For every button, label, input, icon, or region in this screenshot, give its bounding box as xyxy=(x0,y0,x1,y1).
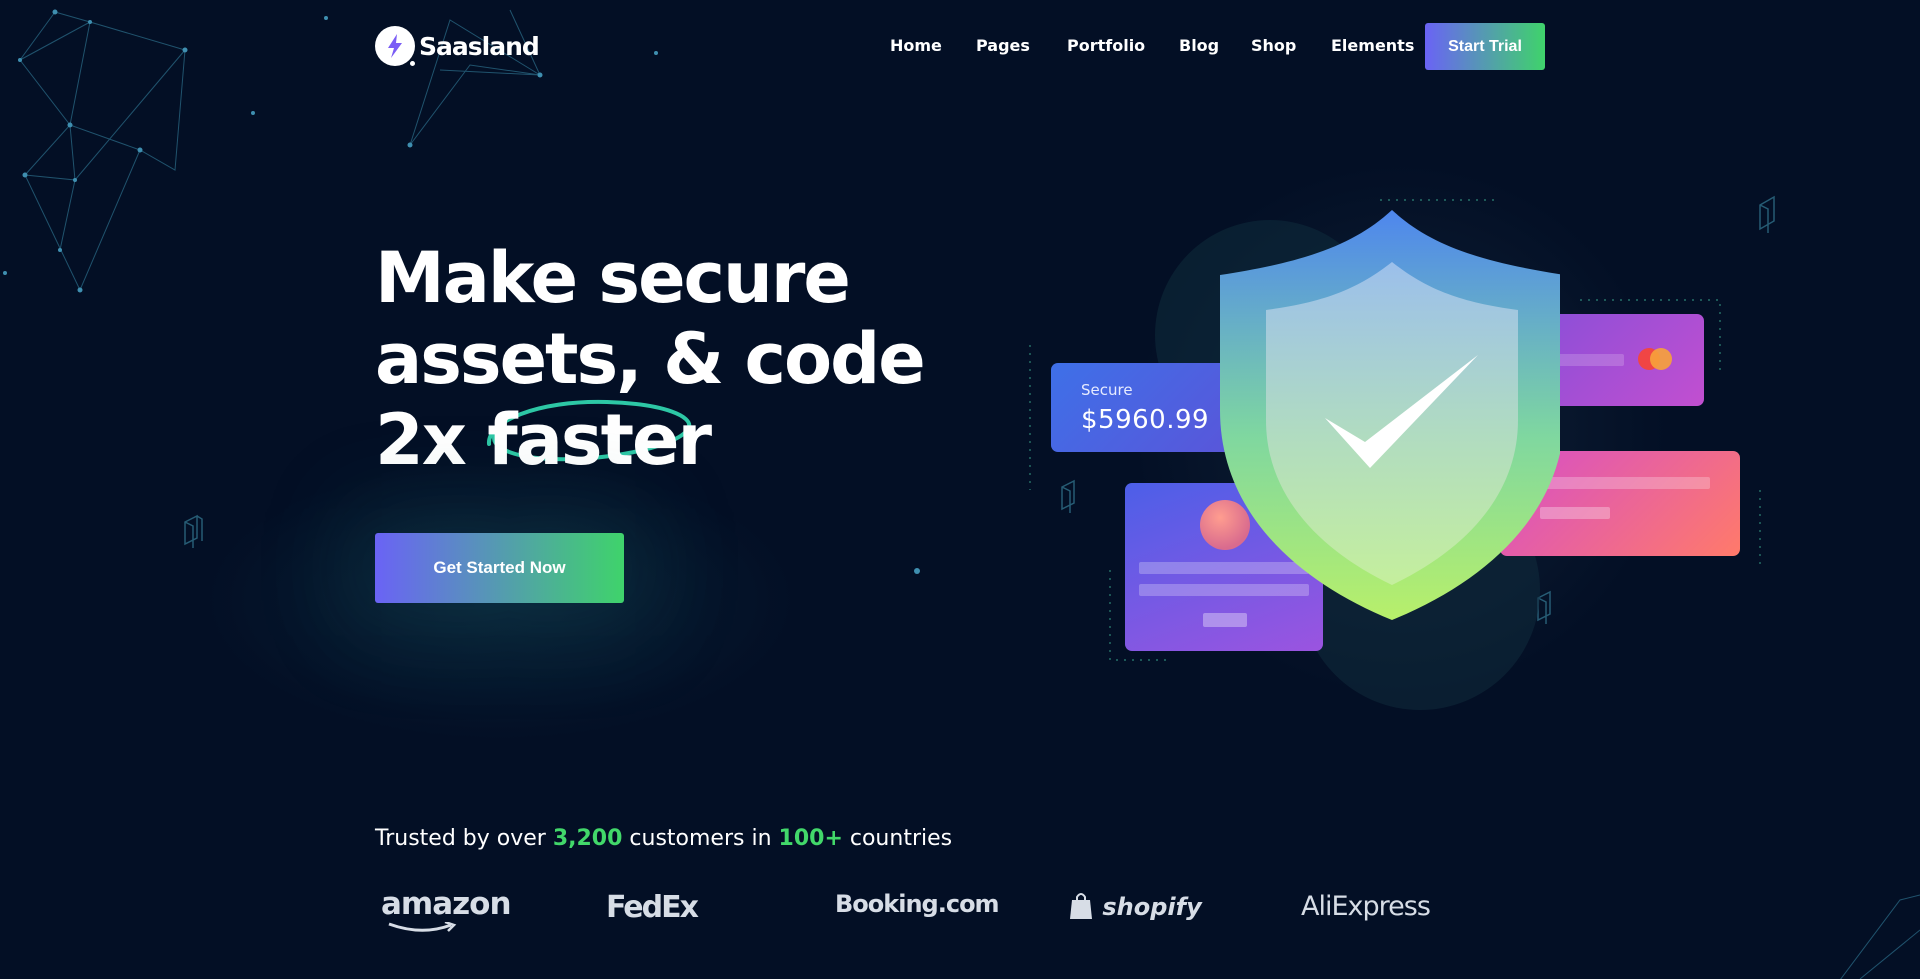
logo[interactable]: Saasland xyxy=(375,26,540,68)
nav-blog[interactable]: Blog xyxy=(1179,36,1219,55)
country-count: 100+ xyxy=(778,826,843,851)
logo-text: Saasland xyxy=(419,31,540,61)
shopping-bag-icon xyxy=(1070,893,1092,919)
mastercard-orange-icon xyxy=(1650,348,1672,370)
trust-middle: customers in xyxy=(629,826,772,851)
hero-line-3: 2x faster xyxy=(375,400,935,481)
secure-balance-card: Secure $5960.99 xyxy=(1051,363,1241,452)
shield-check-icon xyxy=(1220,210,1560,620)
site-header: Saasland Home Pages Portfolio Blog Shop … xyxy=(375,22,1545,72)
lightning-logo-icon xyxy=(375,26,417,68)
booking-logo: Booking.com xyxy=(835,890,1000,918)
hero-accent-text: faster xyxy=(487,399,712,481)
secure-amount: $5960.99 xyxy=(1081,405,1210,435)
security-illustration: Secure $5960.99 xyxy=(1020,190,1780,730)
get-started-button[interactable]: Get Started Now xyxy=(375,533,624,603)
aliexpress-logo: AliExpress xyxy=(1301,891,1431,922)
main-nav: Home Pages Portfolio Blog Shop Elements xyxy=(890,36,1414,55)
hero-line-2: assets, & code xyxy=(375,318,926,400)
trust-suffix: countries xyxy=(849,826,953,851)
nav-elements[interactable]: Elements xyxy=(1331,36,1414,55)
amazon-smile-icon xyxy=(388,922,457,932)
brand-logos: amazon FedEx Booking.com shopify AliExpr… xyxy=(375,880,1435,940)
customer-count: 3,200 xyxy=(552,826,623,851)
nav-home[interactable]: Home xyxy=(890,36,942,55)
amazon-logo: amazon xyxy=(381,886,512,932)
trust-statement: Trusted by over 3,200 customers in 100+ … xyxy=(375,826,952,851)
secure-label: Secure xyxy=(1081,381,1133,399)
hero-accent-word: faster xyxy=(487,399,712,481)
nav-shop[interactable]: Shop xyxy=(1251,36,1296,55)
shopify-logo: shopify xyxy=(1068,891,1202,921)
hero-line-3-prefix: 2x xyxy=(375,399,467,481)
payment-card xyxy=(1540,314,1704,406)
nav-portfolio[interactable]: Portfolio xyxy=(1067,36,1145,55)
nav-pages[interactable]: Pages xyxy=(976,36,1030,55)
hero-line-1: Make secure xyxy=(375,237,851,319)
fedex-logo: FedEx xyxy=(606,890,699,925)
trust-prefix: Trusted by over xyxy=(375,826,546,851)
page: Saasland Home Pages Portfolio Blog Shop … xyxy=(0,0,1920,979)
hero-title: Make secure assets, & code 2x faster xyxy=(375,238,935,481)
start-trial-button[interactable]: Start Trial xyxy=(1425,23,1545,70)
